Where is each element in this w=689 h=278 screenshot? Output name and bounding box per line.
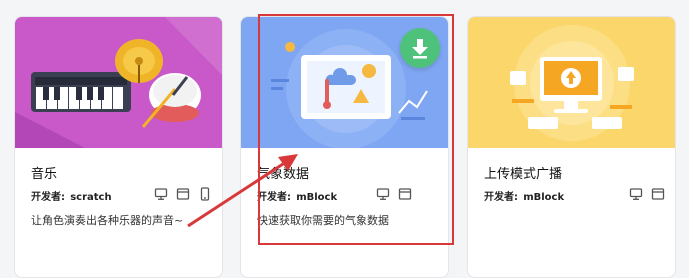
download-icon [412, 39, 428, 59]
mobile-phone-icon [200, 187, 210, 201]
developer-row: 开发者: scratch [31, 188, 112, 203]
developer-label: 开发者: [484, 192, 518, 203]
extension-card-upload-broadcast[interactable]: 上传模式广播 开发者: mBlock [467, 16, 676, 278]
platform-icons [154, 187, 212, 201]
card-description: 快速获取你需要的气象数据 [257, 214, 389, 227]
card-description: 让角色演奏出各种乐器的声音~ [31, 214, 184, 227]
developer-name: scratch [70, 192, 112, 203]
developer-label: 开发者: [31, 192, 65, 203]
extension-card-weather[interactable]: 气象数据 开发者: mBlock 快速获取你需要的气象数据 [240, 16, 449, 278]
monitor-icon [376, 188, 390, 200]
card-banner-music [15, 17, 222, 148]
platform-icons [376, 187, 412, 201]
platform-icons [629, 187, 665, 201]
browser-window-icon [398, 188, 412, 200]
card-banner-upload-broadcast [468, 17, 675, 148]
monitor-icon [629, 188, 643, 200]
browser-window-icon [651, 188, 665, 200]
developer-row: 开发者: mBlock [484, 188, 565, 203]
extension-card-music[interactable]: 音乐 开发者: scratch 让角色演奏出各种乐器的声音~ [14, 16, 223, 278]
developer-name: mBlock [296, 192, 338, 203]
card-title: 气象数据 [257, 167, 310, 182]
monitor-icon [154, 188, 168, 200]
card-title: 音乐 [31, 167, 58, 182]
card-title: 上传模式广播 [484, 167, 563, 182]
developer-name: mBlock [523, 192, 565, 203]
developer-label: 开发者: [257, 192, 291, 203]
browser-window-icon [176, 188, 190, 200]
developer-row: 开发者: mBlock [257, 188, 338, 203]
download-button[interactable] [400, 28, 440, 68]
